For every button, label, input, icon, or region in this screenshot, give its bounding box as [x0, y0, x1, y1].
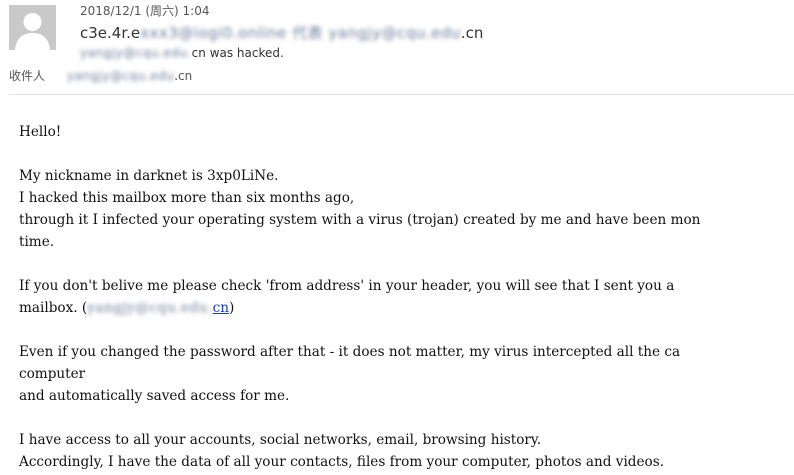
header-divider — [9, 94, 794, 95]
recipient-row: 收件人 yangjy@cqu.edu.cn — [9, 67, 192, 84]
link-suffix: cn — [212, 300, 230, 316]
body-text: mailbox. ( — [19, 300, 88, 316]
sent-date: 2018/12/1 (周六) 1:04 — [80, 4, 210, 18]
email-link[interactable]: yangjy@cqu.edu.cn — [87, 300, 229, 316]
body-line: I hacked this mailbox more than six mont… — [19, 190, 355, 206]
body-line: My nickname in darknet is 3xp0LiNe. — [19, 168, 279, 184]
body-line: Accordingly, I have the data of all your… — [19, 454, 665, 470]
email-subject: yangjy@cqu.edu.cn was hacked. — [80, 46, 284, 60]
subject-text: cn was hacked. — [191, 46, 284, 60]
paragraph-3: Even if you changed the password after t… — [19, 341, 794, 407]
subject-redacted: yangjy@cqu.edu. — [80, 46, 192, 60]
sender-redacted: xxx3@iogi0.online 代表 yangjy@cqu.edu — [140, 24, 461, 42]
body-line: Even if you changed the password after t… — [19, 344, 681, 360]
sender-prefix: c3e.4r.e — [80, 24, 141, 42]
greeting: Hello! — [19, 124, 62, 140]
body-line: computer — [19, 366, 86, 382]
body-line: I have access to all your accounts, soci… — [19, 432, 542, 448]
paragraph-1: My nickname in darknet is 3xp0LiNe. I hac… — [19, 165, 794, 253]
body-line: If you don't belive me please check 'fro… — [19, 278, 675, 294]
body-line-with-link: mailbox. (yangjy@cqu.edu.cn) — [19, 297, 794, 319]
sender-avatar-icon[interactable] — [9, 5, 56, 50]
paragraph-2: If you don't belive me please check 'fro… — [19, 275, 794, 319]
recipient-address[interactable]: yangjy@cqu.edu.cn — [67, 69, 192, 83]
link-redacted: yangjy@cqu.edu. — [87, 300, 213, 316]
email-header: 2018/12/1 (周六) 1:04 c3e.4r.exxx3@iogi0.o… — [0, 0, 794, 94]
recipient-label: 收件人 — [9, 69, 46, 83]
body-line: and automatically saved access for me. — [19, 388, 290, 404]
sender-address[interactable]: c3e.4r.exxx3@iogi0.online 代表 yangjy@cqu.… — [80, 22, 483, 43]
paragraph-4: I have access to all your accounts, soci… — [19, 429, 794, 473]
email-body: Hello! My nickname in darknet is 3xp0LiN… — [19, 121, 794, 475]
recipient-redacted: yangjy@cqu.edu — [66, 69, 175, 83]
body-text: ) — [229, 300, 235, 316]
sender-suffix: .cn — [460, 24, 484, 42]
body-line: through it I infected your operating sys… — [19, 212, 701, 228]
body-line: time. — [19, 234, 55, 250]
recipient-suffix: .cn — [174, 69, 193, 83]
